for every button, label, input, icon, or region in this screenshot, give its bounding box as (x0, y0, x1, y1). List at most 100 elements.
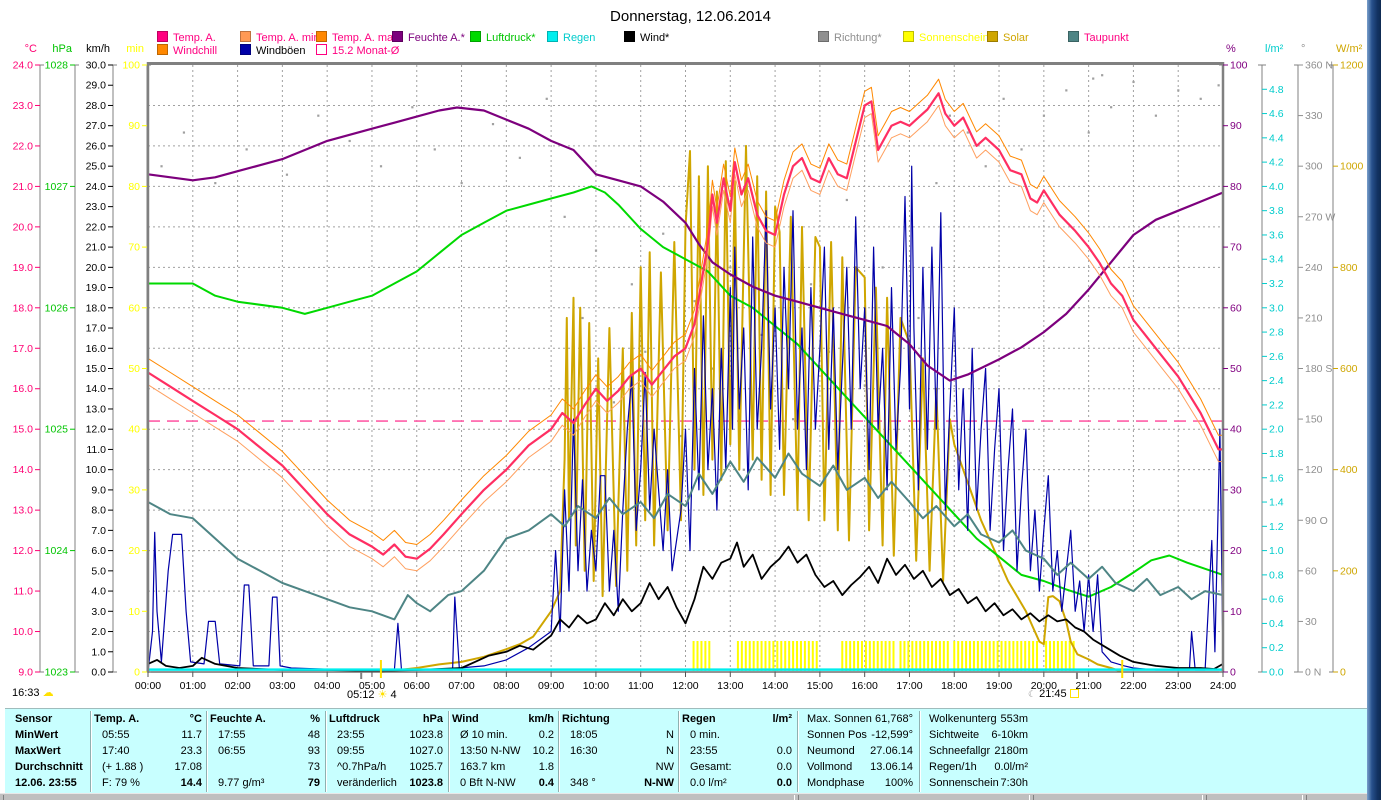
axis-label-kmh: 14.0 (86, 383, 107, 395)
status-segment (798, 795, 1030, 800)
richtung-dot (545, 97, 548, 100)
axis-label-lm2: 0.8 (1269, 569, 1284, 581)
richtung-dot (984, 165, 987, 168)
richtung-dot (881, 266, 884, 269)
axis-label-kmh: 28.0 (86, 100, 107, 112)
axis-label-kmh: 21.0 (86, 242, 107, 254)
richtung-dot (411, 106, 414, 109)
axis-label-deg: 300 (1305, 161, 1323, 173)
axis-label-lm2: 4.4 (1269, 132, 1284, 144)
axis-label-kmh: 20.0 (86, 262, 107, 274)
column-separator (797, 711, 799, 792)
richtung-dot (1154, 114, 1158, 117)
axis-label-kmh: 12.0 (86, 424, 107, 436)
axis-label-lm2: 3.0 (1269, 302, 1284, 314)
x-label: 19:00 (986, 680, 1012, 692)
sunrise-marker: 05:12 ☀ 4 (347, 688, 397, 701)
axis-label-kmh: 6.0 (91, 545, 106, 557)
row-label: MaxWert (15, 745, 61, 757)
info-value: 100% (884, 777, 913, 789)
axis-label-min: 70 (128, 242, 140, 254)
window-edge (1367, 0, 1381, 800)
axis-label-pct: 20 (1230, 545, 1242, 557)
axis-header-wm2: W/m² (1336, 43, 1363, 55)
info-value: -12,599° (871, 729, 913, 741)
info-value: 6-10km (991, 729, 1028, 741)
axis-label-deg: 360 N (1305, 60, 1333, 72)
axis-label-deg: 30 (1305, 616, 1317, 628)
x-label: 21:00 (1075, 680, 1101, 692)
series-solar (380, 144, 1123, 673)
axis-label-deg: 60 (1305, 565, 1317, 577)
richtung-dot (491, 123, 495, 126)
info-value: 0.0l/m² (994, 761, 1028, 773)
col-unit: hPa (422, 713, 443, 725)
axis-label-min: 20 (128, 545, 140, 557)
info-value: 553m (1000, 713, 1028, 725)
axis-label-kmh: 16.0 (86, 343, 107, 355)
x-label: 23:00 (1165, 680, 1191, 692)
axis-label-pct: 70 (1230, 242, 1242, 254)
x-label: 06:00 (404, 680, 430, 692)
axis-label-kmh: 26.0 (86, 140, 107, 152)
x-label: 24:00 (1210, 680, 1236, 692)
axis-label-kmh: 2.0 (91, 626, 106, 638)
axis-label-kmh: 8.0 (91, 505, 106, 517)
x-label: 00:00 (135, 680, 161, 692)
axis-label-kmh: 13.0 (86, 403, 107, 415)
cell-value: 23.3 (180, 745, 202, 757)
cell-label: 0 min. (690, 729, 720, 741)
axis-header-C: °C (25, 43, 37, 55)
status-segment (1206, 795, 1303, 800)
x-label: 01:00 (180, 680, 206, 692)
axis-label-min: 0 (134, 667, 140, 679)
axis-label-C: 13.0 (13, 505, 34, 517)
axis-label-C: 21.0 (13, 181, 34, 193)
axis-label-min: 40 (128, 424, 140, 436)
axis-label-kmh: 3.0 (91, 606, 106, 618)
axis-label-deg: 90 O (1305, 515, 1328, 527)
richtung-dot (612, 401, 616, 404)
richtung-dot (317, 114, 320, 117)
richtung-dot (1087, 131, 1090, 134)
status-segment (1033, 795, 1203, 800)
richtung-dot (630, 283, 633, 286)
cell-value: 79 (307, 777, 320, 789)
axis-label-min: 50 (128, 363, 140, 375)
richtung-dot (433, 148, 436, 151)
richtung-dot (1002, 97, 1005, 100)
axis-label-lm2: 0.4 (1269, 618, 1284, 630)
richtung-dot (1101, 74, 1104, 77)
cell-value: 14.4 (180, 777, 202, 789)
axis-label-deg: 210 (1305, 312, 1323, 324)
info-value: 2180m (994, 745, 1028, 757)
axis-label-wm2: 0 (1340, 667, 1346, 679)
richtung-dot (1132, 80, 1135, 84)
sunset-marker: ☾ 21:45 (1028, 688, 1079, 700)
x-label: 07:00 (448, 680, 474, 692)
cell-value: 0.0 (776, 761, 792, 773)
info-value: 61,768° (874, 713, 913, 725)
axis-label-wm2: 800 (1340, 262, 1358, 274)
cell-value: 93 (307, 745, 320, 757)
axis-label-deg: 180 S (1305, 363, 1332, 375)
axis-label-lm2: 2.8 (1269, 327, 1284, 339)
col-unit: l/m² (772, 713, 792, 725)
moon-icon: ☾ (1028, 689, 1037, 699)
axis-label-lm2: 2.6 (1269, 351, 1284, 363)
axis-label-lm2: 2.2 (1269, 399, 1284, 411)
axis-label-C: 23.0 (13, 100, 34, 112)
weather-icon: ☁ (42, 687, 54, 699)
x-label: 02:00 (224, 680, 250, 692)
weather-app-window: Donnerstag, 12.06.2014 Temp. A. Temp. A. … (0, 0, 1381, 800)
axis-label-pct: 0 (1230, 667, 1236, 679)
x-label: 12:00 (672, 680, 698, 692)
axis-label-lm2: 1.0 (1269, 545, 1284, 557)
row-label: Durchschnitt (15, 761, 83, 773)
axis-label-kmh: 11.0 (86, 444, 106, 456)
column-separator (206, 711, 208, 792)
sensor-summary-table: Sensor MinWert MaxWert Durchschnitt 12.06. 2… (5, 708, 1367, 794)
axis-label-min: 80 (128, 181, 140, 193)
richtung-dot (935, 182, 938, 185)
axis-label-wm2: 600 (1340, 363, 1358, 375)
